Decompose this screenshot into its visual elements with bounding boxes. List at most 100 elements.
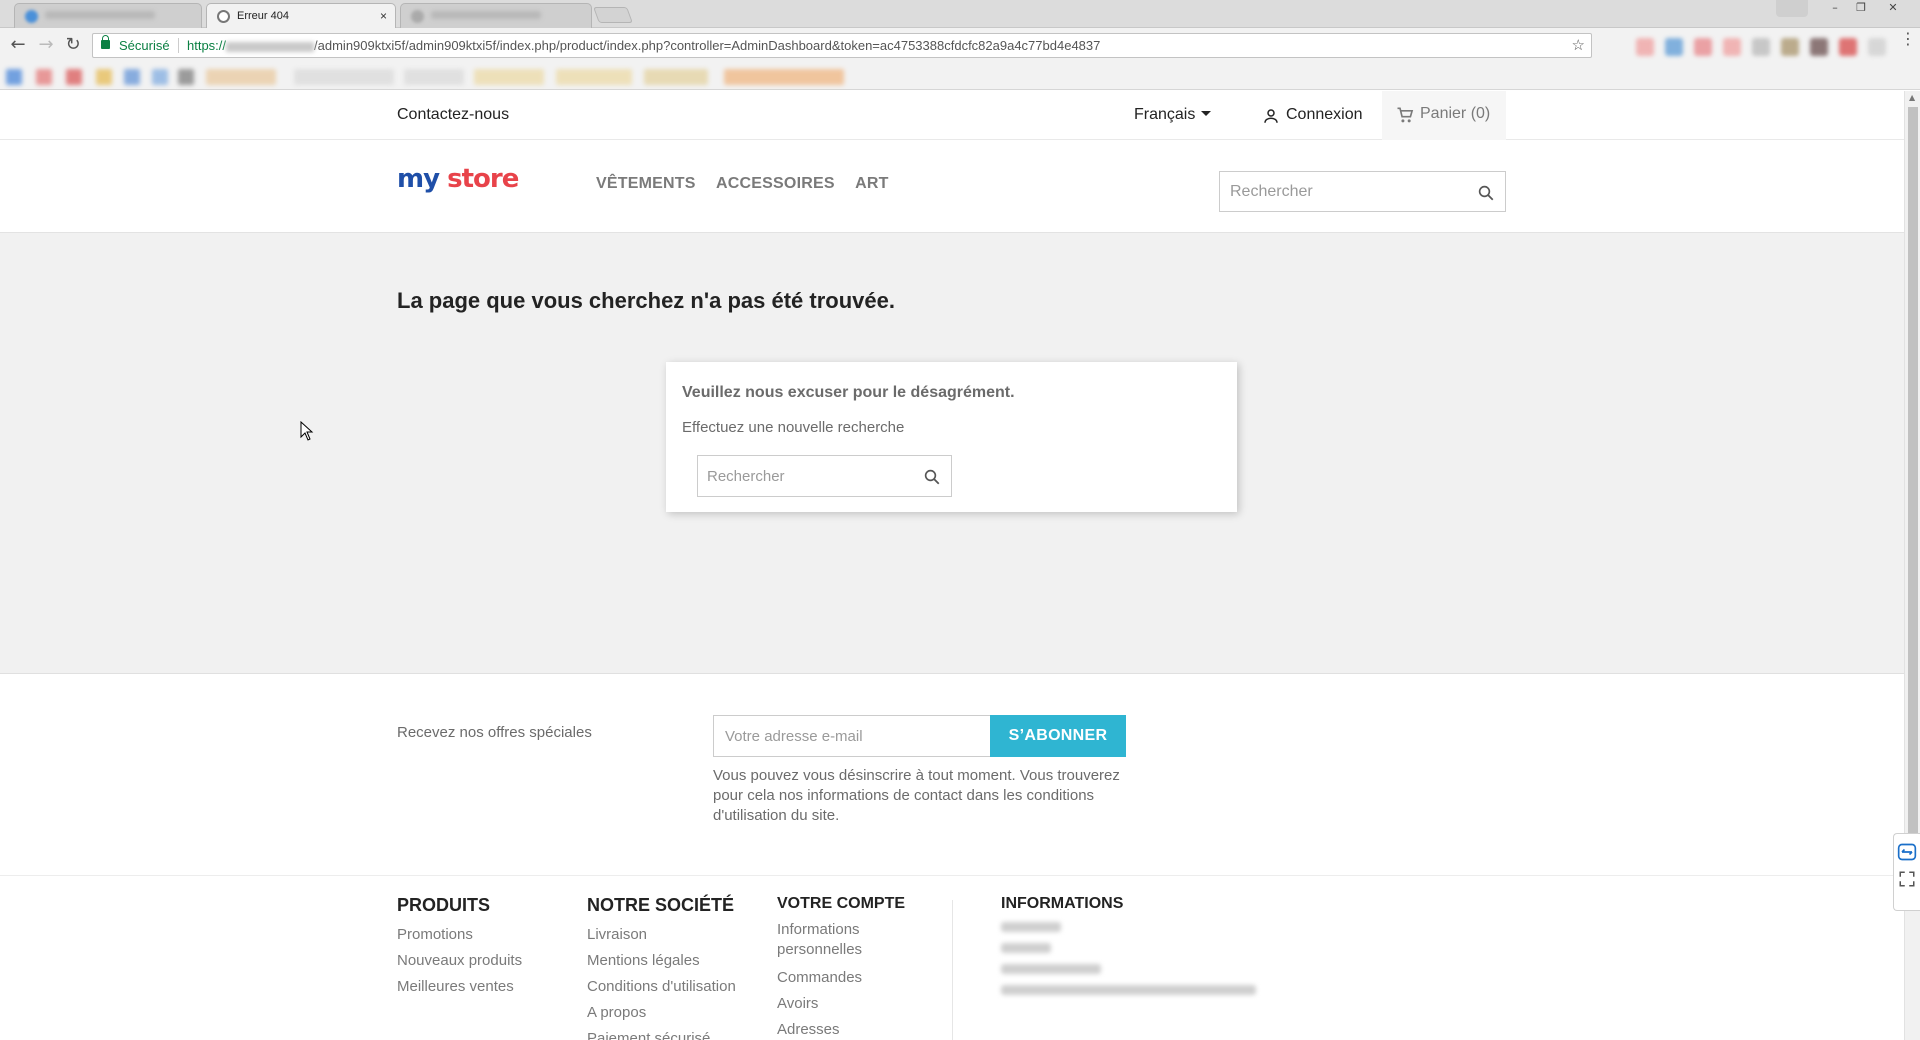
cart-button[interactable]: Panier (0) [1382, 91, 1506, 140]
bookmark-item[interactable] [124, 69, 140, 85]
url-path: /admin909ktxi5f/admin909ktxi5f/index.php… [314, 38, 1101, 53]
secure-label: Sécurisé [119, 38, 170, 53]
bookmark-star-icon[interactable]: ☆ [1572, 34, 1585, 57]
newsletter-email-input[interactable] [714, 716, 984, 756]
page-title: La page que vous cherchez n'a pas été tr… [397, 288, 895, 313]
swap-arrows-icon [1897, 843, 1917, 861]
menu-item-art[interactable]: ART [855, 175, 888, 192]
menu-item-accessoires[interactable]: ACCESSOIRES [716, 175, 835, 192]
extension-icon[interactable] [1839, 38, 1857, 56]
bookmark-item[interactable] [474, 69, 544, 85]
browser-menu-icon[interactable]: ⋮ [1900, 31, 1916, 47]
site-header: my store VÊTEMENTS ACCESSOIRES ART [0, 140, 1904, 233]
scroll-up-icon[interactable]: ▲ [1909, 93, 1915, 102]
login-link[interactable]: Connexion [1262, 106, 1363, 124]
store-info-blurred [1001, 985, 1256, 995]
bookmark-item[interactable] [66, 69, 82, 85]
window-close-icon[interactable]: ✕ [1880, 0, 1906, 17]
cart-label: Panier (0) [1420, 105, 1491, 122]
footer-link-promotions[interactable]: Promotions [397, 922, 522, 948]
top-nav: Contactez-nous Français Connexion Panier… [0, 91, 1904, 140]
scrollbar-thumb[interactable] [1908, 107, 1918, 897]
reload-icon[interactable]: ↻ [63, 36, 83, 54]
browser-tab-active[interactable]: Erreur 404 × [206, 3, 396, 28]
shopping-cart-icon [1397, 107, 1414, 123]
contact-link[interactable]: Contactez-nous [397, 106, 509, 124]
header-search-input[interactable] [1220, 172, 1460, 211]
menu-item-vetements[interactable]: VÊTEMENTS [596, 175, 696, 192]
bookmark-item[interactable] [724, 69, 844, 85]
restore-icon[interactable]: ❐ [1848, 0, 1874, 17]
footer-link-paiement[interactable]: Paiement sécurisé [587, 1026, 736, 1040]
extension-icon[interactable] [1781, 38, 1799, 56]
bookmark-item[interactable] [206, 69, 276, 85]
subscribe-button[interactable]: S’ABONNER [990, 715, 1126, 757]
footer-link-adresses[interactable]: Adresses [777, 1017, 905, 1040]
footer-link-nouveaux-produits[interactable]: Nouveaux produits [397, 948, 522, 974]
footer-column-societe: NOTRE SOCIÉTÉ Livraison Mentions légales… [587, 895, 736, 1040]
browser-tab-strip: Erreur 404 × – ❐ ✕ [0, 0, 1920, 28]
browser-toolbar: ← → ↻ Sécurisé https:// /admin909ktxi5f/a… [0, 28, 1920, 64]
store-logo[interactable]: my store [397, 164, 519, 194]
browser-tab[interactable] [14, 3, 202, 28]
extension-icon[interactable] [1665, 38, 1683, 56]
apology-text: Veuillez nous excuser pour le désagrémen… [682, 384, 1015, 401]
footer-link-a-propos[interactable]: A propos [587, 1000, 736, 1026]
main-menu: VÊTEMENTS ACCESSOIRES ART [596, 175, 905, 193]
newsletter-section: Recevez nos offres spéciales S’ABONNER V… [0, 674, 1904, 876]
footer-divider [952, 900, 953, 1040]
bookmark-item[interactable] [644, 69, 708, 85]
forward-arrow-icon[interactable]: → [36, 36, 56, 54]
store-info-blurred [1001, 922, 1061, 932]
footer-link-informations-personnelles[interactable]: Informations personnelles [777, 920, 887, 960]
tab-title: Erreur 404 [237, 10, 289, 22]
footer-heading: INFORMATIONS [1001, 895, 1124, 912]
lock-icon [101, 35, 110, 49]
footer-link-commandes[interactable]: Commandes [777, 965, 905, 991]
new-tab-button[interactable] [593, 7, 633, 23]
footer-link-livraison[interactable]: Livraison [587, 922, 736, 948]
remote-support-widget[interactable] [1893, 833, 1920, 911]
footer-link-meilleures-ventes[interactable]: Meilleures ventes [397, 974, 522, 1000]
url-scheme: https:// [187, 38, 227, 53]
tab-close-icon[interactable]: × [380, 9, 387, 23]
search-icon[interactable] [923, 468, 941, 486]
language-selector[interactable]: Français [1134, 106, 1212, 124]
content-search-input[interactable] [698, 456, 908, 496]
bookmark-item[interactable] [6, 69, 22, 85]
store-info-blurred [1001, 943, 1051, 953]
extension-icon[interactable] [1723, 38, 1741, 56]
mouse-cursor-icon [300, 421, 314, 441]
bookmark-item[interactable] [178, 69, 194, 85]
back-arrow-icon[interactable]: ← [8, 36, 28, 54]
footer-column-compte: VOTRE COMPTE Informations personnelles C… [777, 895, 905, 1040]
bookmark-item[interactable] [294, 69, 394, 85]
address-separator [178, 38, 179, 53]
footer-link-avoirs[interactable]: Avoirs [777, 991, 905, 1017]
address-bar[interactable]: Sécurisé https:// /admin909ktxi5f/admin90… [92, 33, 1592, 58]
newsletter-note: Vous pouvez vous désinscrire à tout mome… [713, 767, 1120, 824]
bookmark-item[interactable] [404, 69, 464, 85]
extension-icon[interactable] [1694, 38, 1712, 56]
bookmark-item[interactable] [152, 69, 168, 85]
main-content: La page que vous cherchez n'a pas été tr… [0, 233, 1904, 674]
search-icon[interactable] [1477, 184, 1495, 202]
bookmark-item[interactable] [96, 69, 112, 85]
minimize-icon[interactable]: – [1822, 0, 1848, 17]
bookmark-item[interactable] [36, 69, 52, 85]
extension-icon[interactable] [1868, 38, 1886, 56]
browser-tab[interactable] [400, 3, 592, 28]
profile-button[interactable] [1776, 0, 1808, 17]
url-text[interactable]: https:// /admin909ktxi5f/admin909ktxi5f/i… [187, 34, 1100, 57]
footer-link-mentions-legales[interactable]: Mentions légales [587, 948, 736, 974]
tab-favicon-icon [411, 10, 424, 23]
extension-icon[interactable] [1752, 38, 1770, 56]
caret-down-icon [1201, 111, 1212, 116]
extension-icon[interactable] [1810, 38, 1828, 56]
footer-column-produits: PRODUITS Promotions Nouveaux produits Me… [397, 895, 522, 1000]
login-label: Connexion [1286, 106, 1363, 123]
bookmark-item[interactable] [556, 69, 632, 85]
footer-column-informations: INFORMATIONS [1001, 895, 1261, 1006]
footer-link-conditions[interactable]: Conditions d'utilisation [587, 974, 736, 1000]
extension-icon[interactable] [1636, 38, 1654, 56]
